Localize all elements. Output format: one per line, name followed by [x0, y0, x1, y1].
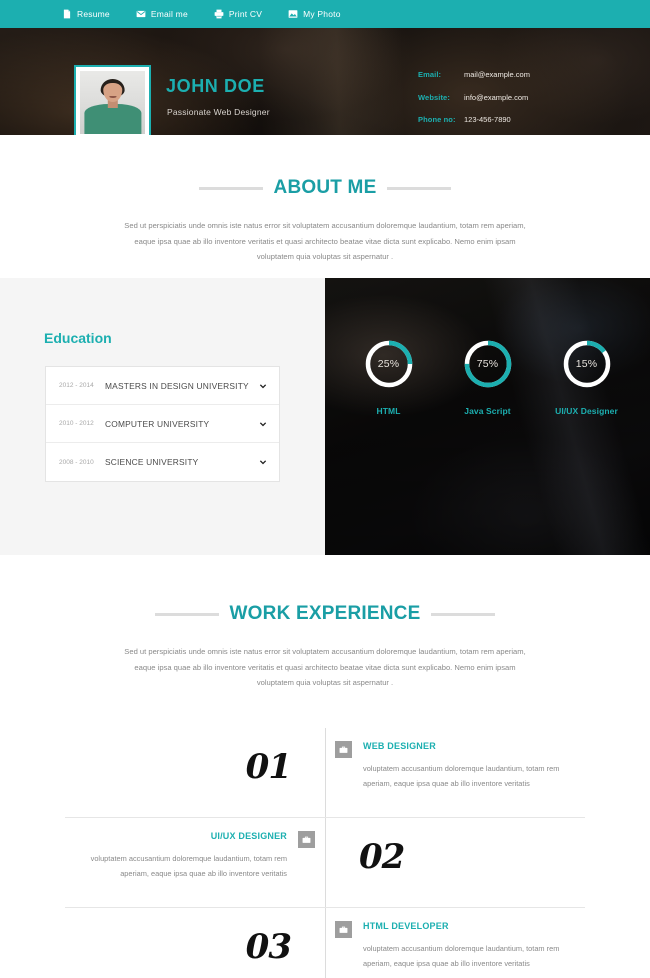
heading-rule-right	[431, 612, 496, 616]
timeline-entry-01: 01 WEB DESIGNER voluptatem accusantium d…	[0, 728, 650, 818]
contact-row-email: Email: mail@example.com	[418, 71, 595, 79]
skill-javascript: 75% Java Script	[445, 338, 531, 416]
about-section: ABOUT ME Sed ut perspiciatis unde omnis …	[0, 135, 650, 278]
timeline-job-desc: voluptatem accusantium doloremque laudan…	[90, 853, 287, 878]
skill-percent: 25%	[377, 358, 400, 370]
resume-page: Resume Email me Print CV My Photo JOHN D…	[0, 0, 650, 978]
briefcase-badge	[335, 740, 352, 758]
nav-label: My Photo	[303, 8, 341, 19]
briefcase-badge	[335, 920, 352, 938]
profile-tagline: Passionate Web Designer	[167, 107, 270, 117]
education-years: 2008 - 2010	[59, 458, 94, 466]
skill-uiux: 15% UI/UX Designer	[544, 338, 630, 416]
briefcase-icon	[302, 836, 311, 843]
work-timeline: 01 WEB DESIGNER voluptatem accusantium d…	[0, 727, 650, 978]
education-accordion: 2012 - 2014 MASTERS IN DESIGN UNIVERSITY…	[45, 366, 280, 482]
skill-percent: 15%	[575, 358, 598, 370]
education-item-science[interactable]: 2008 - 2010 SCIENCE UNIVERSITY	[46, 443, 279, 481]
briefcase-badge	[298, 830, 315, 848]
heading-rule-left	[154, 612, 219, 616]
work-experience-section: WORK EXPERIENCE Sed ut perspiciatis unde…	[0, 555, 650, 978]
about-paragraph: Sed ut perspiciatis unde omnis iste natu…	[124, 221, 526, 262]
contact-row-phone: Phone no: 123-456-7890	[418, 116, 595, 124]
envelope-icon	[136, 10, 146, 18]
about-title: ABOUT ME	[273, 177, 377, 198]
nav-item-email-me[interactable]: Email me	[136, 9, 188, 19]
education-item-computer[interactable]: 2010 - 2012 COMPUTER UNIVERSITY	[46, 405, 279, 443]
contact-details: Email: mail@example.com Website: info@ex…	[418, 71, 595, 135]
nav-item-print-cv[interactable]: Print CV	[214, 9, 262, 19]
nav-label: Print CV	[228, 8, 263, 19]
skill-label: HTML	[376, 406, 401, 416]
education-panel: Education 2012 - 2014 MASTERS IN DESIGN …	[0, 278, 325, 555]
work-title: WORK EXPERIENCE	[229, 603, 421, 624]
progress-ring: 25%	[363, 338, 415, 390]
education-years: 2012 - 2014	[59, 382, 94, 389]
education-item-masters[interactable]: 2012 - 2014 MASTERS IN DESIGN UNIVERSITY	[46, 367, 279, 405]
nav-label: Resume	[77, 8, 110, 19]
briefcase-icon	[339, 746, 348, 753]
briefcase-icon	[339, 926, 348, 933]
timeline-job-desc: voluptatem accusantium doloremque laudan…	[363, 763, 560, 788]
chevron-down-icon[interactable]	[259, 458, 267, 466]
contact-label: Phone no:	[418, 115, 456, 124]
contact-label: Website:	[418, 92, 450, 102]
profile-photo	[80, 71, 145, 134]
skill-label: UI/UX Designer	[555, 406, 618, 416]
about-heading: ABOUT ME	[0, 177, 650, 199]
profile-header: JOHN DOE Passionate Web Designer Email: …	[0, 28, 650, 135]
printer-icon	[214, 9, 224, 19]
skills-panel: 25% HTML 75% Java Script 15% UI/UX Desig…	[325, 278, 650, 555]
chevron-down-icon[interactable]	[259, 420, 267, 428]
work-heading: WORK EXPERIENCE	[0, 603, 650, 625]
timeline-number: 03	[245, 926, 292, 967]
skill-label: Java Script	[464, 406, 511, 416]
heading-rule-right	[387, 186, 452, 190]
heading-rule-left	[198, 186, 263, 190]
document-icon	[63, 9, 71, 19]
skill-html: 25% HTML	[346, 338, 432, 416]
timeline-entry-03: 03 HTML DEVELOPER voluptatem accusantium…	[0, 908, 650, 978]
timeline-job-desc: voluptatem accusantium doloremque laudan…	[363, 943, 560, 968]
nav-item-my-photo[interactable]: My Photo	[288, 9, 341, 19]
skill-percent: 75%	[476, 358, 499, 370]
contact-label: Email:	[418, 70, 442, 79]
education-name: COMPUTER UNIVERSITY	[105, 418, 210, 429]
timeline-number: 01	[245, 746, 292, 787]
top-navigation-bar: Resume Email me Print CV My Photo	[0, 0, 650, 28]
page-title: JOHN DOE	[166, 76, 265, 96]
education-title: Education	[44, 330, 112, 346]
timeline-entry-02: UI/UX DESIGNER voluptatem accusantium do…	[0, 818, 650, 908]
skills-list: 25% HTML 75% Java Script 15% UI/UX Desig…	[325, 338, 650, 416]
progress-ring: 15%	[561, 338, 613, 390]
nav-item-resume[interactable]: Resume	[62, 9, 110, 19]
timeline-job-title: UI/UX DESIGNER	[210, 830, 287, 841]
contact-value: info@example.com	[464, 92, 529, 102]
education-skills-section: Education 2012 - 2014 MASTERS IN DESIGN …	[0, 278, 650, 555]
chevron-down-icon[interactable]	[259, 382, 267, 390]
contact-value: mail@example.com	[464, 70, 530, 79]
education-years: 2010 - 2012	[59, 420, 94, 427]
timeline-job-title: HTML DEVELOPER	[363, 920, 449, 931]
contact-value: 123-456-7890	[464, 115, 511, 124]
contact-row-website: Website: info@example.com	[418, 92, 595, 102]
nav-label: Email me	[150, 8, 188, 19]
avatar	[74, 65, 151, 135]
work-paragraph: Sed ut perspiciatis unde omnis iste natu…	[124, 647, 526, 688]
image-icon	[288, 10, 298, 18]
education-name: MASTERS IN DESIGN UNIVERSITY	[105, 380, 249, 391]
education-name: SCIENCE UNIVERSITY	[105, 457, 199, 467]
timeline-job-title: WEB DESIGNER	[363, 740, 436, 751]
progress-ring: 75%	[462, 338, 514, 390]
skills-background-image	[325, 278, 650, 555]
timeline-number: 02	[359, 836, 405, 877]
